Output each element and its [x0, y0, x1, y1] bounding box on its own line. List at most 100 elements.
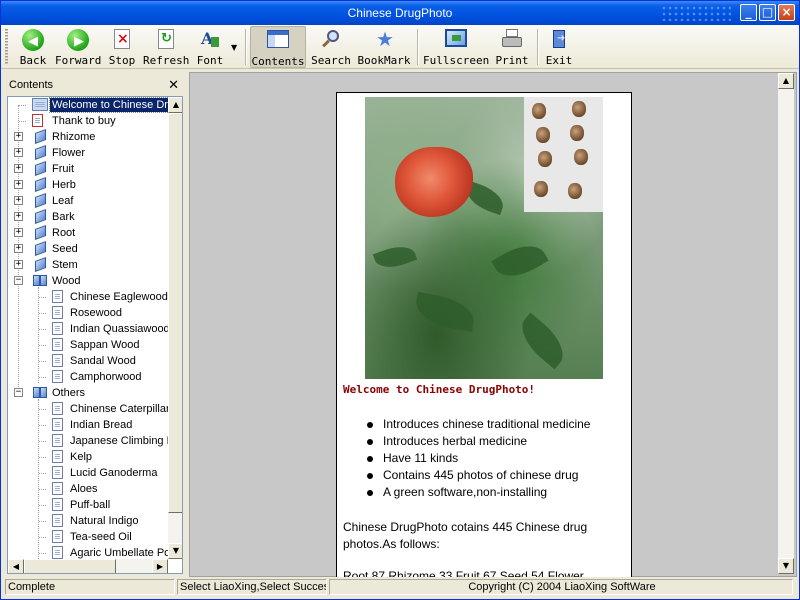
book-closed-icon — [32, 128, 48, 145]
expand-icon[interactable]: + — [14, 260, 23, 269]
close-pane-icon[interactable]: ✕ — [168, 78, 179, 93]
book-closed-icon — [32, 240, 48, 257]
tree-item-label: Wood — [52, 275, 81, 287]
expand-icon[interactable]: + — [14, 148, 23, 157]
minimize-button[interactable]: _ — [740, 4, 757, 21]
tree-horizontal-scroll-thumb[interactable] — [24, 559, 116, 573]
stop-icon: × — [114, 29, 130, 49]
refresh-icon: ↻ — [158, 29, 174, 49]
tree-item-label: Chinese Eaglewood Wood — [70, 291, 168, 303]
contents-button[interactable]: Contents — [250, 26, 306, 68]
window-title: Chinese DrugPhoto — [347, 6, 453, 20]
tree-item-label: Thank to buy — [52, 115, 116, 127]
scroll-up-arrow-icon[interactable]: ▲ — [168, 97, 182, 113]
title-bar[interactable]: Chinese DrugPhoto _ □ × — [1, 1, 799, 25]
tree-item-label: Sandal Wood — [70, 355, 136, 367]
expand-icon[interactable]: + — [14, 228, 23, 237]
status-message: Select LiaoXing,Select Success — [177, 579, 327, 595]
book-closed-icon — [32, 192, 48, 209]
scroll-down-arrow-icon[interactable]: ▼ — [168, 543, 182, 559]
search-button[interactable]: Search — [309, 26, 353, 68]
tree-viewport: Welcome to Chinese DrugPhoto Thank to buy… — [8, 97, 168, 559]
tree-item-label: Aloes — [70, 483, 98, 495]
welcome-heading: Welcome to Chinese DrugPhoto! — [343, 383, 536, 396]
document-page: Welcome to Chinese DrugPhoto! Introduces… — [336, 92, 632, 578]
tree-item-label: Indian Bread — [70, 419, 133, 431]
book-closed-icon — [32, 256, 48, 273]
fullscreen-icon — [445, 29, 467, 47]
toolbar-grip[interactable] — [5, 29, 8, 65]
page-icon — [52, 322, 63, 335]
feature-item: Introduces herbal medicine — [367, 434, 590, 451]
tree-vertical-scrollbar[interactable]: ▲ ▼ — [168, 97, 182, 559]
doc-scroll-up-arrow-icon[interactable]: ▲ — [778, 73, 794, 89]
maximize-button[interactable]: □ — [759, 4, 776, 21]
status-bar: Complete Select LiaoXing,Select Success … — [1, 577, 799, 599]
refresh-button[interactable]: ↻ Refresh — [143, 26, 189, 68]
page-icon — [52, 450, 63, 463]
print-button[interactable]: Print — [493, 26, 531, 68]
tree-item-label: Leaf — [52, 195, 74, 207]
page-icon — [52, 418, 63, 431]
book-open-icon — [32, 98, 48, 111]
stop-button[interactable]: × Stop — [105, 26, 139, 68]
collapse-icon[interactable]: − — [14, 276, 23, 285]
feature-item: Introduces chinese traditional medicine — [367, 417, 590, 434]
tree-item-label: Rosewood — [70, 307, 122, 319]
expand-icon[interactable]: + — [14, 132, 23, 141]
search-icon — [320, 29, 342, 51]
tree-item-label: Kelp — [70, 451, 93, 463]
expand-icon[interactable]: + — [14, 212, 23, 221]
document-view: Welcome to Chinese DrugPhoto! Introduces… — [189, 72, 797, 578]
book-closed-icon — [32, 208, 48, 225]
tree-item-label: Others — [52, 387, 86, 399]
page-icon — [52, 546, 63, 559]
bookmark-icon: ★ — [376, 27, 394, 51]
contents-tree[interactable]: Welcome to Chinese DrugPhoto Thank to buy… — [7, 96, 183, 574]
book-closed-icon — [32, 144, 48, 161]
contents-pane-title: Contents — [9, 79, 54, 91]
font-icon: A — [199, 29, 221, 51]
book-closed-icon — [32, 176, 48, 193]
tree-item-label: Herb — [52, 179, 76, 191]
tree-item-label: Chinense Caterpillar Fungus — [70, 403, 168, 415]
bookmark-button[interactable]: ★ BookMark — [357, 26, 411, 68]
expand-icon[interactable]: + — [14, 180, 23, 189]
font-button[interactable]: A Font — [193, 26, 227, 68]
page-icon — [52, 306, 63, 319]
tree-item-label: Puff-ball — [70, 499, 111, 511]
book-closed-icon — [32, 224, 48, 241]
toolbar-separator — [537, 29, 539, 65]
forward-button[interactable]: ▶ Forward — [55, 26, 101, 68]
feature-item: Have 11 kinds — [367, 451, 590, 468]
forward-icon: ▶ — [67, 29, 89, 51]
feature-item: A green software,non-installing — [367, 485, 590, 502]
tree-item-label: Rhizome — [52, 131, 96, 143]
page-icon — [32, 114, 43, 127]
tree-horizontal-scrollbar[interactable]: ◀ ▶ — [8, 559, 168, 573]
close-button[interactable]: × — [778, 4, 795, 21]
tree-item-label: Camphorwood — [70, 371, 142, 383]
tree-item-label: Flower — [52, 147, 86, 159]
document-vertical-scrollbar[interactable]: ▲ ▼ — [778, 73, 794, 574]
exit-button[interactable]: ➜ Exit — [542, 26, 576, 68]
expand-icon[interactable]: + — [14, 164, 23, 173]
book-closed-icon — [32, 160, 48, 177]
page-icon — [52, 466, 63, 479]
intro-paragraph: Chinese DrugPhoto cotains 445 Chinese dr… — [343, 520, 588, 551]
back-button[interactable]: ◀ Back — [13, 26, 53, 68]
page-icon — [52, 338, 63, 351]
expand-icon[interactable]: + — [14, 196, 23, 205]
seeds-inset-photo — [524, 97, 603, 212]
page-icon — [52, 290, 63, 303]
fullscreen-button[interactable]: Fullscreen — [423, 26, 489, 68]
font-dropdown-arrow-icon[interactable]: ▼ — [231, 43, 237, 52]
expand-icon[interactable]: + — [14, 244, 23, 253]
tree-item-label: Seed — [52, 243, 78, 255]
tree-vertical-scroll-thumb[interactable] — [168, 113, 182, 513]
scroll-left-arrow-icon[interactable]: ◀ — [8, 559, 24, 573]
scroll-right-arrow-icon[interactable]: ▶ — [152, 559, 168, 573]
doc-scroll-down-arrow-icon[interactable]: ▼ — [778, 558, 794, 574]
collapse-icon[interactable]: − — [14, 388, 23, 397]
tree-item-label: Bark — [52, 211, 75, 223]
